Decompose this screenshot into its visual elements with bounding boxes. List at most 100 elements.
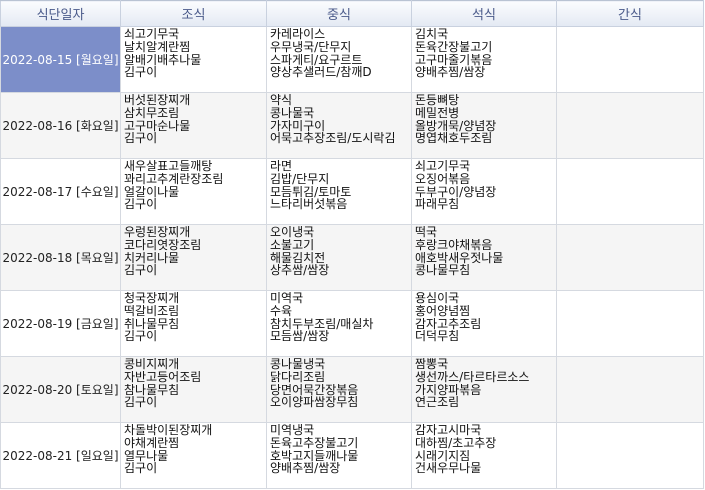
dinner-cell[interactable]: 돈등뼈탕 메밀전병 올방개묵/양념장 명엽채호두조림 [411, 92, 557, 159]
snack-items [560, 225, 703, 226]
header-snack[interactable]: 간식 [556, 0, 704, 27]
menu-item: 오이양파쌈장무침 [270, 396, 359, 410]
header-date[interactable]: 식단일자 [0, 0, 121, 27]
menu-item: 메밀전병 [415, 106, 460, 120]
table-row[interactable]: 2022-08-19 [금요일] 청국장찌개 떡갈비조림 취나물무침 김구이 미역국 수육 참… [0, 290, 704, 357]
breakfast-cell[interactable]: 쇠고기무국 날치알계란찜 알배기배추나물 김구이 [120, 26, 267, 93]
menu-item: 참치두부조림/매실차 [270, 317, 374, 331]
lunch-items: 콩나물냉국 닭다리조림 당면어묵간장볶음 오이양파쌈장무침 [270, 357, 411, 409]
dinner-items: 김치국 돈육간장불고기 고구마줄기볶음 양배추찜/쌈장 [415, 27, 556, 79]
lunch-items: 미역냉국 돈육고추장불고기 호박고지들깨나물 양배추찜/쌈장 [270, 423, 411, 475]
dinner-cell[interactable]: 떡국 후랑크야채볶음 애호박새우젓나물 콩나물무침 [411, 224, 557, 291]
menu-item: 대하찜/초고추장 [415, 436, 497, 450]
menu-item: 치커리나물 [124, 251, 180, 265]
snack-cell[interactable] [556, 290, 704, 357]
breakfast-cell[interactable]: 우렁된장찌개 코다리엿장조림 치커리나물 김구이 [120, 224, 267, 291]
snack-cell[interactable] [556, 26, 704, 93]
dinner-cell[interactable]: 감자고시마국 대하찜/초고추장 시래기지짐 건새우무나물 [411, 422, 557, 489]
dinner-items: 쇠고기무국 오징어볶음 두부구이/양념장 파래무침 [415, 159, 556, 211]
menu-item: 김구이 [124, 264, 158, 278]
lunch-cell[interactable]: 약식 콩나물국 가자미구이 어묵고추장조림/도시락김 [266, 92, 412, 159]
menu-item: 야채계란찜 [124, 436, 180, 450]
table-row[interactable]: 2022-08-17 [수요일] 새우살표고들깨탕 꽈리고추계란장조림 얼갈이나물 김구… [0, 158, 704, 225]
breakfast-cell[interactable]: 콩비지찌개 자반고등어조림 참나물무침 김구이 [120, 356, 267, 423]
lunch-cell[interactable]: 라면 김밥/단무지 모듬튀김/토마토 느타리버섯볶음 [266, 158, 412, 225]
breakfast-cell[interactable]: 버섯된장찌개 삼치무조림 고구마순나물 김구이 [120, 92, 267, 159]
menu-item: 날치알계란찜 [124, 40, 191, 54]
table-row[interactable]: 2022-08-20 [토요일] 콩비지찌개 자반고등어조림 참나물무침 김구이 콩나물냉… [0, 356, 704, 423]
menu-item: 파래무침 [415, 198, 460, 212]
menu-item: 감자고추조림 [415, 317, 482, 331]
meal-table: 식단일자 조식 중식 석식 간식 2022-08-15 [월요일] 쇠고기무국 날치… [0, 0, 704, 489]
menu-item: 새우살표고들깨탕 [124, 160, 213, 173]
menu-item: 가지양파볶음 [415, 383, 482, 397]
menu-item: 가자미구이 [270, 119, 326, 133]
date-cell[interactable]: 2022-08-15 [월요일] [0, 26, 121, 93]
header-dinner[interactable]: 석식 [411, 0, 557, 27]
snack-cell[interactable] [556, 356, 704, 423]
breakfast-cell[interactable]: 청국장찌개 떡갈비조림 취나물무침 김구이 [120, 290, 267, 357]
menu-item: 느타리버섯볶음 [270, 198, 348, 212]
header-row: 식단일자 조식 중식 석식 간식 [0, 0, 704, 27]
menu-item: 우무냉국/단무지 [270, 40, 352, 54]
dinner-cell[interactable]: 쇠고기무국 오징어볶음 두부구이/양념장 파래무침 [411, 158, 557, 225]
table-row[interactable]: 2022-08-15 [월요일] 쇠고기무국 날치알계란찜 알배기배추나물 김구이 카레라… [0, 26, 704, 93]
lunch-cell[interactable]: 미역국 수육 참치두부조림/매실차 모듬쌈/쌈장 [266, 290, 412, 357]
menu-item: 홍어양념찜 [415, 304, 471, 318]
lunch-items: 오이냉국 소불고기 해물김치전 상추쌈/쌈장 [270, 225, 411, 277]
dinner-items: 용심이국 홍어양념찜 감자고추조림 더덕무침 [415, 291, 556, 343]
menu-item: 콩나물국 [270, 106, 315, 120]
breakfast-items: 버섯된장찌개 삼치무조림 고구마순나물 김구이 [124, 93, 266, 145]
date-cell[interactable]: 2022-08-17 [수요일] [0, 158, 121, 225]
table-row[interactable]: 2022-08-21 [일요일] 차돌박이된장찌개 야채계란찜 열무나물 김구이 미역냉국… [0, 422, 704, 489]
dinner-items: 떡국 후랑크야채볶음 애호박새우젓나물 콩나물무침 [415, 225, 556, 277]
dinner-cell[interactable]: 용심이국 홍어양념찜 감자고추조림 더덕무침 [411, 290, 557, 357]
snack-cell[interactable] [556, 422, 704, 489]
menu-item: 돈육고추장불고기 [270, 436, 359, 450]
lunch-cell[interactable]: 미역냉국 돈육고추장불고기 호박고지들깨나물 양배추찜/쌈장 [266, 422, 412, 489]
header-breakfast[interactable]: 조식 [120, 0, 267, 27]
date-cell[interactable]: 2022-08-20 [토요일] [0, 356, 121, 423]
menu-item: 감자고시마국 [415, 424, 482, 437]
menu-item: 고구마줄기볶음 [415, 53, 493, 67]
date-cell[interactable]: 2022-08-18 [목요일] [0, 224, 121, 291]
header-lunch[interactable]: 중식 [266, 0, 412, 27]
table-row[interactable]: 2022-08-18 [목요일] 우렁된장찌개 코다리엿장조림 치커리나물 김구이 오이냉… [0, 224, 704, 291]
dinner-items: 감자고시마국 대하찜/초고추장 시래기지짐 건새우무나물 [415, 423, 556, 475]
snack-cell[interactable] [556, 92, 704, 159]
date-cell[interactable]: 2022-08-19 [금요일] [0, 290, 121, 357]
lunch-cell[interactable]: 카레라이스 우무냉국/단무지 스파게티/요구르트 양상추샐러드/참깨D [266, 26, 412, 93]
snack-cell[interactable] [556, 224, 704, 291]
menu-item: 얼갈이나물 [124, 185, 180, 199]
menu-item: 떡국 [415, 226, 438, 239]
menu-item: 짬뽕국 [415, 358, 449, 371]
menu-item: 꽈리고추계란장조림 [124, 172, 224, 186]
menu-item: 올방개묵/양념장 [415, 119, 497, 133]
menu-item: 김밥/단무지 [270, 172, 330, 186]
menu-item: 콩나물냉국 [270, 358, 326, 371]
menu-item: 수육 [270, 304, 293, 318]
menu-item: 모듬튀김/토마토 [270, 185, 352, 199]
date-cell[interactable]: 2022-08-21 [일요일] [0, 422, 121, 489]
menu-item: 김치국 [415, 28, 449, 41]
menu-item: 소불고기 [270, 238, 315, 252]
lunch-cell[interactable]: 오이냉국 소불고기 해물김치전 상추쌈/쌈장 [266, 224, 412, 291]
menu-item: 오징어볶음 [415, 172, 471, 186]
dinner-cell[interactable]: 짬뽕국 생선까스/타르타르소스 가지양파볶음 연근조림 [411, 356, 557, 423]
menu-item: 당면어묵간장볶음 [270, 383, 359, 397]
lunch-cell[interactable]: 콩나물냉국 닭다리조림 당면어묵간장볶음 오이양파쌈장무침 [266, 356, 412, 423]
table-row[interactable]: 2022-08-16 [화요일] 버섯된장찌개 삼치무조림 고구마순나물 김구이 약식 콩나… [0, 92, 704, 159]
snack-cell[interactable] [556, 158, 704, 225]
date-cell[interactable]: 2022-08-16 [화요일] [0, 92, 121, 159]
menu-item: 시래기지짐 [415, 449, 471, 463]
menu-item: 콩비지찌개 [124, 358, 180, 371]
breakfast-cell[interactable]: 새우살표고들깨탕 꽈리고추계란장조림 얼갈이나물 김구이 [120, 158, 267, 225]
menu-item: 모듬쌈/쌈장 [270, 330, 330, 344]
menu-item: 삼치무조림 [124, 106, 180, 120]
breakfast-cell[interactable]: 차돌박이된장찌개 야채계란찜 열무나물 김구이 [120, 422, 267, 489]
menu-item: 떡갈비조림 [124, 304, 180, 318]
menu-item: 생선까스/타르타르소스 [415, 370, 530, 384]
menu-item: 알배기배추나물 [124, 53, 202, 67]
menu-item: 해물김치전 [270, 251, 326, 265]
dinner-cell[interactable]: 김치국 돈육간장불고기 고구마줄기볶음 양배추찜/쌈장 [411, 26, 557, 93]
